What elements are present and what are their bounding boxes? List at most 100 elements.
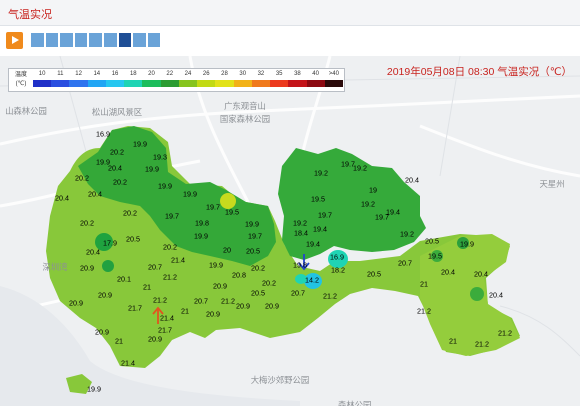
time-step-7[interactable] [118, 33, 132, 47]
station-temperature-label[interactable]: 19.9 [145, 165, 159, 174]
station-temperature-label[interactable]: 20.4 [86, 248, 100, 257]
station-temperature-label[interactable]: 19.9 [183, 190, 197, 199]
station-temperature-label[interactable]: 19.8 [195, 219, 209, 228]
temperature-map[interactable]: 温度 (℃) 10 11 12 14 16 18 20 22 24 26 28 30 32 35 38 40 >… [0, 56, 580, 406]
station-temperature-label[interactable]: 20.2 [262, 279, 276, 288]
station-temperature-label[interactable]: 19.2 [293, 219, 307, 228]
station-temperature-label[interactable]: 21.2 [163, 273, 177, 282]
station-temperature-label[interactable]: 20.7 [291, 289, 305, 298]
station-temperature-label[interactable]: 21.2 [417, 307, 431, 316]
station-temperature-label[interactable]: 20.5 [126, 235, 140, 244]
station-temperature-label[interactable]: 20.9 [69, 299, 83, 308]
station-temperature-label[interactable]: 19.9 [87, 385, 101, 394]
station-temperature-label[interactable]: 21 [115, 337, 123, 346]
station-temperature-label[interactable]: 20.2 [163, 243, 177, 252]
station-temperature-label[interactable]: 20.4 [88, 190, 102, 199]
station-temperature-label[interactable]: 14.2 [305, 276, 319, 285]
station-temperature-label[interactable]: 20.4 [441, 268, 455, 277]
station-temperature-label[interactable]: 20.8 [232, 271, 246, 280]
time-step-6[interactable] [103, 33, 117, 47]
station-temperature-label[interactable]: 19.7 [375, 213, 389, 222]
time-step-2[interactable] [45, 33, 59, 47]
time-step-8[interactable] [133, 33, 146, 47]
station-temperature-label[interactable]: 20.4 [489, 291, 503, 300]
station-temperature-label[interactable]: 20.4 [405, 176, 419, 185]
station-temperature-label[interactable]: 20.2 [251, 264, 265, 273]
station-temperature-label[interactable]: 20.7 [148, 263, 162, 272]
station-temperature-label[interactable]: 19.7 [248, 232, 262, 241]
legend-swatch [270, 80, 289, 87]
station-temperature-label[interactable]: 19.5 [311, 195, 325, 204]
station-temperature-label[interactable]: 19.2 [353, 164, 367, 173]
station-temperature-label[interactable]: 19.9 [245, 220, 259, 229]
station-temperature-label[interactable]: 19.7 [318, 211, 332, 220]
station-temperature-label[interactable]: 21.2 [498, 329, 512, 338]
station-temperature-label[interactable]: 19.9 [209, 261, 223, 270]
station-temperature-label[interactable]: 21 [181, 307, 189, 316]
station-temperature-label[interactable]: 19.5 [428, 252, 442, 261]
station-temperature-label[interactable]: 20.9 [95, 328, 109, 337]
time-step-4[interactable] [74, 33, 88, 47]
station-temperature-label[interactable]: 20.7 [194, 297, 208, 306]
time-step-9[interactable] [147, 33, 161, 47]
station-temperature-label[interactable]: 19.2 [314, 169, 328, 178]
station-temperature-label[interactable]: 19.9 [460, 240, 474, 249]
station-temperature-label[interactable]: 19.3 [153, 153, 167, 162]
station-temperature-label[interactable]: 20.9 [80, 264, 94, 273]
station-temperature-label[interactable]: 20.2 [75, 174, 89, 183]
station-temperature-label[interactable]: 20.9 [206, 310, 220, 319]
station-temperature-label[interactable]: 20.5 [425, 237, 439, 246]
station-temperature-label[interactable]: 18.2 [331, 266, 345, 275]
station-temperature-label[interactable]: 19.8 [293, 261, 307, 270]
station-temperature-label[interactable]: 19.7 [206, 203, 220, 212]
play-button[interactable] [6, 32, 23, 49]
station-temperature-label[interactable]: 19.5 [225, 208, 239, 217]
station-temperature-label[interactable]: 21.4 [121, 359, 135, 368]
station-temperature-label[interactable]: 21 [449, 337, 457, 346]
station-temperature-label[interactable]: 21.2 [153, 296, 167, 305]
station-temperature-label[interactable]: 21.2 [323, 292, 337, 301]
station-temperature-label[interactable]: 20.4 [474, 270, 488, 279]
station-temperature-label[interactable]: 17.9 [103, 239, 117, 248]
station-temperature-label[interactable]: 20.5 [246, 247, 260, 256]
time-step-3[interactable] [60, 33, 73, 47]
station-temperature-label[interactable]: 21 [420, 280, 428, 289]
station-temperature-label[interactable]: 20.5 [367, 270, 381, 279]
station-temperature-label[interactable]: 20.1 [117, 275, 131, 284]
station-temperature-label[interactable]: 21.2 [475, 340, 489, 349]
station-temperature-label[interactable]: 20.7 [398, 259, 412, 268]
station-temperature-label[interactable]: 20 [223, 246, 231, 255]
station-temperature-label[interactable]: 21.4 [160, 314, 174, 323]
station-temperature-label[interactable]: 19 [369, 186, 377, 195]
station-temperature-label[interactable]: 20.4 [108, 164, 122, 173]
station-temperature-label[interactable]: 19.4 [306, 240, 320, 249]
time-step-1[interactable] [31, 33, 44, 47]
station-temperature-label[interactable]: 19.9 [158, 182, 172, 191]
station-temperature-label[interactable]: 21.2 [221, 297, 235, 306]
station-temperature-label[interactable]: 19.9 [133, 140, 147, 149]
station-temperature-label[interactable]: 20.4 [55, 194, 69, 203]
station-temperature-label[interactable]: 20.2 [113, 178, 127, 187]
station-temperature-label[interactable]: 16.9 [96, 130, 110, 139]
station-temperature-label[interactable]: 20.9 [148, 335, 162, 344]
station-temperature-label[interactable]: 20.9 [98, 291, 112, 300]
station-temperature-label[interactable]: 19.9 [194, 232, 208, 241]
station-temperature-label[interactable]: 19.4 [313, 225, 327, 234]
station-temperature-label[interactable]: 19.2 [361, 200, 375, 209]
station-temperature-label[interactable]: 20.5 [251, 289, 265, 298]
station-temperature-label[interactable]: 21 [143, 283, 151, 292]
station-temperature-label[interactable]: 16.9 [330, 253, 344, 262]
station-temperature-label[interactable]: 20.9 [265, 302, 279, 311]
station-temperature-label[interactable]: 20.2 [123, 209, 137, 218]
time-step-5[interactable] [89, 33, 102, 47]
station-temperature-label[interactable]: 20.2 [80, 219, 94, 228]
station-temperature-label[interactable]: 18.4 [294, 229, 308, 238]
station-temperature-label[interactable]: 19.7 [165, 212, 179, 221]
station-temperature-label[interactable]: 20.9 [236, 302, 250, 311]
station-temperature-label[interactable]: 21.4 [171, 256, 185, 265]
station-temperature-label[interactable]: 21.7 [128, 304, 142, 313]
station-temperature-label[interactable]: 19.2 [400, 230, 414, 239]
station-temperature-label[interactable]: 21.7 [158, 326, 172, 335]
station-temperature-label[interactable]: 20.9 [213, 282, 227, 291]
station-temperature-label[interactable]: 20.2 [110, 148, 124, 157]
